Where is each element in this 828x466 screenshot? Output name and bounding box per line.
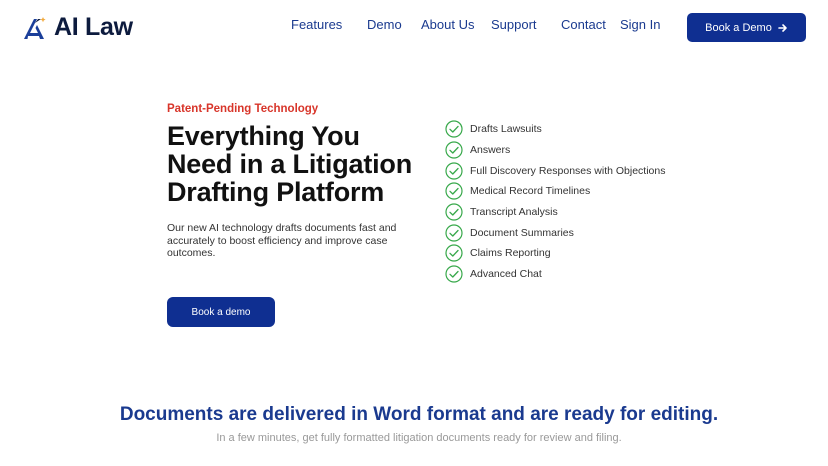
feature-label: Full Discovery Responses with Objections <box>470 164 666 177</box>
feature-item: Full Discovery Responses with Objections <box>445 160 666 181</box>
feature-item: Transcript Analysis <box>445 202 666 223</box>
section-subtitle: In a few minutes, get fully formatted li… <box>216 432 622 444</box>
hero-title: Everything You Need in a Litigation Draf… <box>167 121 413 207</box>
hero-description: Our new AI technology drafts documents f… <box>167 222 397 259</box>
brand-name: AI Law <box>54 13 133 41</box>
feature-label: Transcript Analysis <box>470 206 558 219</box>
nav-about-us[interactable]: About Us <box>421 17 474 32</box>
hero-section: Patent-Pending Technology Everything You… <box>167 103 427 260</box>
nav-contact[interactable]: Contact <box>561 17 606 32</box>
feature-list: Drafts Lawsuits Answers Full Discovery R… <box>445 119 666 285</box>
nav-support[interactable]: Support <box>491 17 537 32</box>
feature-item: Answers <box>445 140 666 161</box>
check-circle-icon <box>445 120 463 138</box>
nav-sign-in[interactable]: Sign In <box>620 17 660 32</box>
feature-item: Document Summaries <box>445 222 666 243</box>
check-circle-icon <box>445 203 463 221</box>
arrow-right-icon <box>778 23 787 32</box>
check-circle-icon <box>445 162 463 180</box>
check-circle-icon <box>445 265 463 283</box>
feature-label: Document Summaries <box>470 226 574 239</box>
brand-logo[interactable]: AI Law <box>22 13 133 42</box>
site-header: AI Law Features Demo About Us Support Co… <box>0 0 828 56</box>
book-demo-button[interactable]: Book a demo <box>167 297 275 327</box>
check-circle-icon <box>445 244 463 263</box>
feature-item: Medical Record Timelines <box>445 181 666 202</box>
nav-features[interactable]: Features <box>291 17 342 32</box>
check-circle-icon <box>445 141 463 159</box>
section-title: Documents are delivered in Word format a… <box>119 404 719 425</box>
feature-label: Advanced Chat <box>470 268 542 281</box>
feature-item: Advanced Chat <box>445 264 666 285</box>
book-demo-header-label: Book a Demo <box>705 21 772 34</box>
hero-eyebrow: Patent-Pending Technology <box>167 103 319 115</box>
feature-label: Answers <box>470 144 511 157</box>
feature-item: Drafts Lawsuits <box>445 119 666 140</box>
feature-label: Claims Reporting <box>470 247 551 260</box>
feature-label: Medical Record Timelines <box>470 185 591 198</box>
feature-label: Drafts Lawsuits <box>470 123 542 136</box>
nav-demo[interactable]: Demo <box>367 17 402 32</box>
check-circle-icon <box>445 182 463 201</box>
book-demo-header-button[interactable]: Book a Demo <box>687 13 806 42</box>
feature-item: Claims Reporting <box>445 243 666 264</box>
check-circle-icon <box>445 224 463 242</box>
a-logo-icon <box>24 16 46 39</box>
